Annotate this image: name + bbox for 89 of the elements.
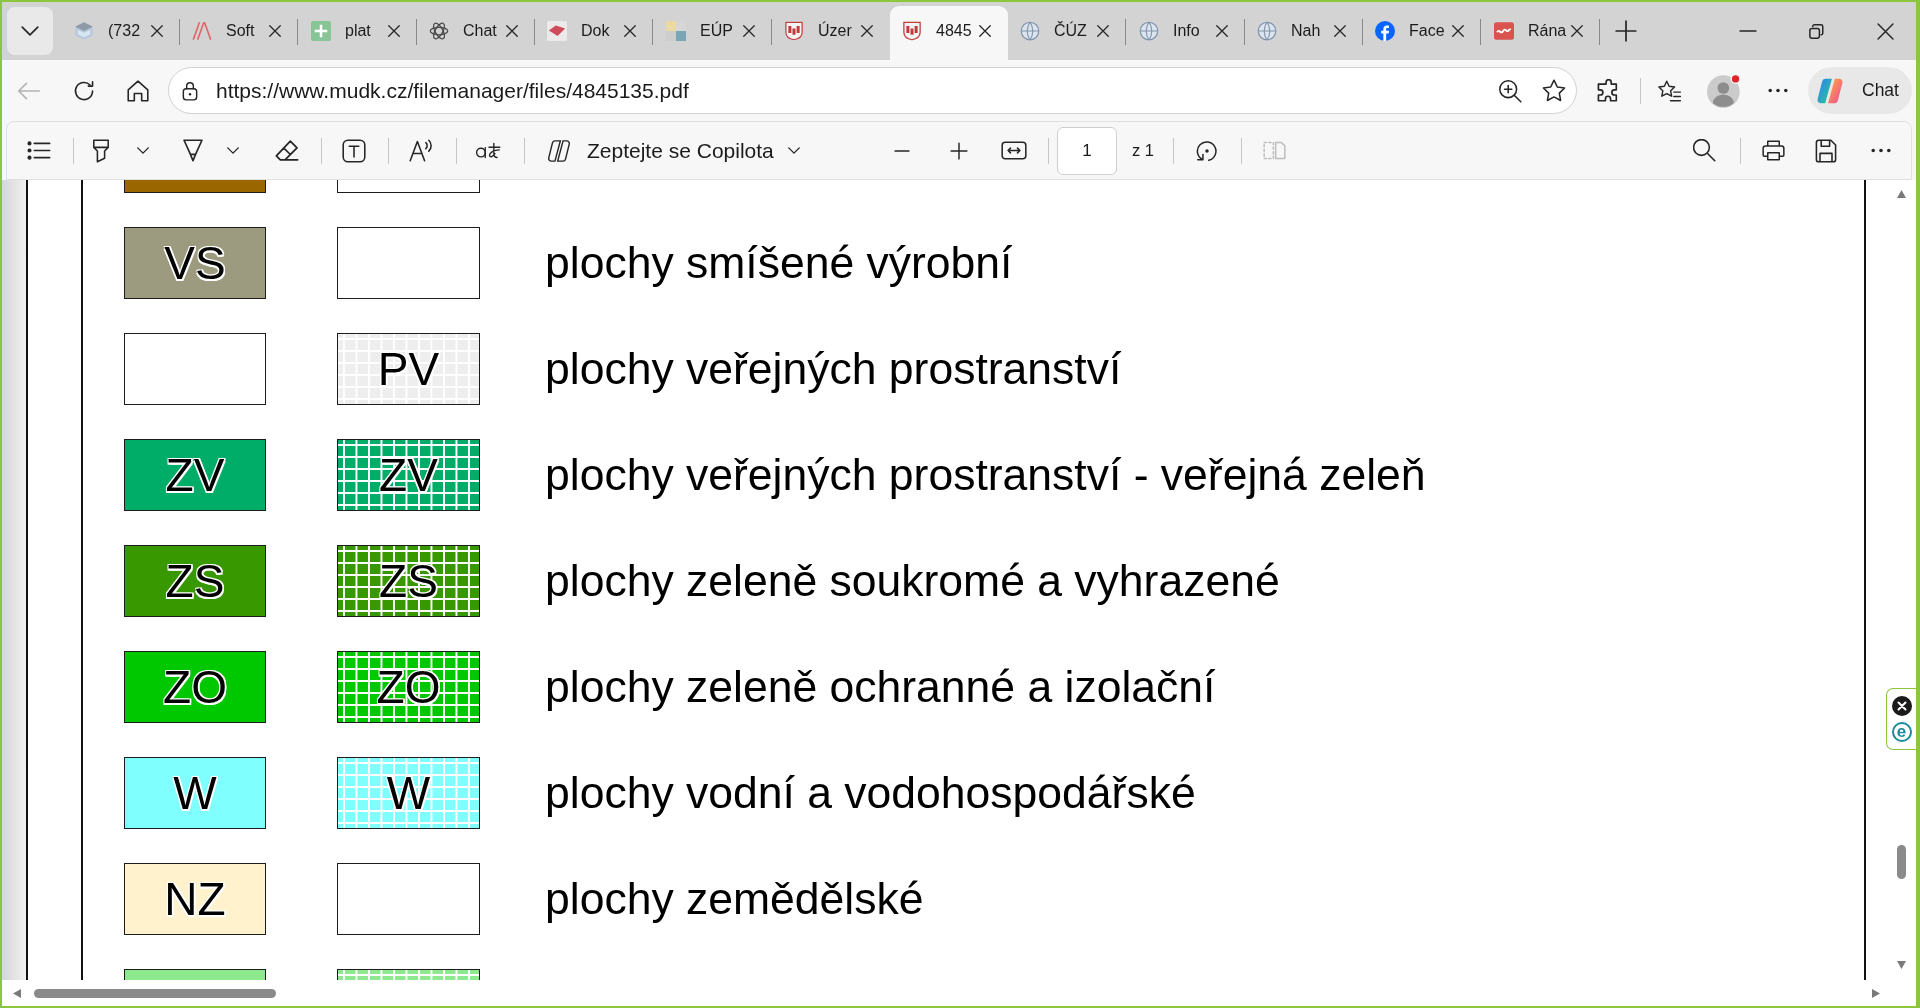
close-icon[interactable] <box>861 25 873 37</box>
legend-swatch: ZV <box>124 439 266 511</box>
hatched-swatch: PV <box>337 333 480 405</box>
f-circle-icon <box>1375 21 1395 41</box>
printer-icon[interactable] <box>1762 140 1785 161</box>
crest-icon <box>902 21 922 41</box>
magnifier-plus-icon[interactable] <box>1498 78 1522 103</box>
plus-icon[interactable] <box>1615 20 1637 42</box>
star-list-icon[interactable] <box>1658 79 1682 102</box>
plus-icon[interactable] <box>950 141 968 160</box>
triangle-left-icon[interactable] <box>13 988 21 998</box>
eraser-icon[interactable] <box>275 139 299 162</box>
address-field[interactable]: https://www.mudk.cz/filemanager/files/4845135.pdf <box>168 67 1577 114</box>
squares-icon <box>666 21 686 41</box>
globe-icon <box>1257 21 1277 41</box>
legend-swatch: NZ <box>124 863 266 935</box>
two-squares-icon[interactable] <box>1809 23 1824 39</box>
copilot-button[interactable]: Zeptejte se Copilota <box>538 130 808 171</box>
house-icon[interactable] <box>127 79 149 102</box>
search-icon[interactable] <box>1693 139 1716 162</box>
legend-swatch: ZS <box>124 545 266 617</box>
legend-swatch: ZO <box>124 651 266 723</box>
legend-label: plochy veřejných prostranství <box>545 343 1122 395</box>
reload-icon[interactable] <box>73 79 95 102</box>
scrollbar-thumb[interactable] <box>34 988 276 998</box>
close-icon[interactable] <box>1877 22 1894 40</box>
page-count-label: z 1 <box>1132 141 1154 160</box>
slanted-bars-outline-icon <box>548 139 570 162</box>
close-icon[interactable] <box>1571 25 1583 37</box>
crest-icon <box>784 21 804 41</box>
circular-arrow-icon[interactable] <box>1196 139 1218 162</box>
close-icon[interactable] <box>151 25 163 37</box>
legend-label: plochy smíšené výrobní <box>545 237 1013 289</box>
tab-list-button[interactable] <box>7 7 53 55</box>
letter-badge[interactable]: e <box>1891 722 1912 743</box>
tab[interactable]: 4845 <box>890 6 1008 60</box>
close-icon[interactable] <box>1452 25 1464 37</box>
ellipsis-icon[interactable] <box>1871 148 1891 153</box>
globe-icon <box>1020 21 1040 41</box>
legend-label: plochy vodní a vodohospodářské <box>545 767 1196 819</box>
close-icon[interactable] <box>979 25 991 37</box>
ellipsis-icon[interactable] <box>1768 88 1788 93</box>
triangle-down-icon[interactable] <box>1896 961 1906 969</box>
page-number-field[interactable]: 1 <box>1057 126 1117 175</box>
close-icon[interactable] <box>743 25 755 37</box>
close-icon[interactable] <box>506 25 518 37</box>
text-box-icon[interactable] <box>342 138 366 163</box>
caret-down-icon[interactable] <box>137 147 149 154</box>
triangle-up-icon[interactable] <box>1896 190 1906 198</box>
plus-tile-icon <box>311 21 331 41</box>
wave-tile-icon <box>1494 21 1514 41</box>
puzzle-icon[interactable] <box>1597 79 1619 102</box>
close-icon[interactable] <box>269 25 281 37</box>
atom-icon <box>429 21 449 41</box>
close-icon[interactable] <box>624 25 636 37</box>
globe-icon <box>1139 21 1159 41</box>
legend-swatch: W <box>124 757 266 829</box>
chat-button[interactable]: Chat <box>1808 67 1912 114</box>
arrows-in-box-icon[interactable] <box>1001 141 1027 160</box>
caret-down-icon[interactable] <box>787 147 800 154</box>
slanted-bars-icon <box>1817 77 1843 104</box>
close-icon[interactable] <box>388 25 400 37</box>
chevron-down-icon <box>21 26 39 36</box>
close-icon[interactable] <box>1891 695 1912 716</box>
highlighter-icon[interactable] <box>92 138 110 163</box>
legend-label: plochy veřejných prostranství - veřejná zeleň <box>545 449 1426 501</box>
read-aloud-icon[interactable] <box>409 139 433 162</box>
pen-icon[interactable] <box>182 139 204 162</box>
list-icon[interactable] <box>27 141 51 160</box>
triangle-right-icon[interactable] <box>1872 988 1880 998</box>
close-icon[interactable] <box>1097 25 1109 37</box>
cube-icon <box>74 21 94 41</box>
stripes-icon <box>192 21 212 41</box>
avatar-icon[interactable] <box>1707 73 1741 108</box>
tab[interactable]: Úzer <box>772 6 890 60</box>
lock-icon <box>182 80 198 101</box>
legend-label: plochy zeleně soukromé a vyhrazené <box>545 555 1280 607</box>
hatched-swatch: W <box>337 757 480 829</box>
legend-label: plochy zeleně ochranné a izolační <box>545 661 1216 713</box>
scrollbar-thumb[interactable] <box>1896 845 1906 879</box>
close-icon[interactable] <box>1216 25 1228 37</box>
star-icon[interactable] <box>1542 79 1566 102</box>
minus-icon[interactable] <box>893 149 911 152</box>
diamond-tile-icon <box>547 21 567 41</box>
legend-label: plochy zemědělské <box>545 873 924 925</box>
caret-down-icon[interactable] <box>227 147 239 154</box>
close-icon[interactable] <box>1334 25 1346 37</box>
legend-swatch: VS <box>124 227 266 299</box>
minus-icon[interactable] <box>1739 30 1757 32</box>
